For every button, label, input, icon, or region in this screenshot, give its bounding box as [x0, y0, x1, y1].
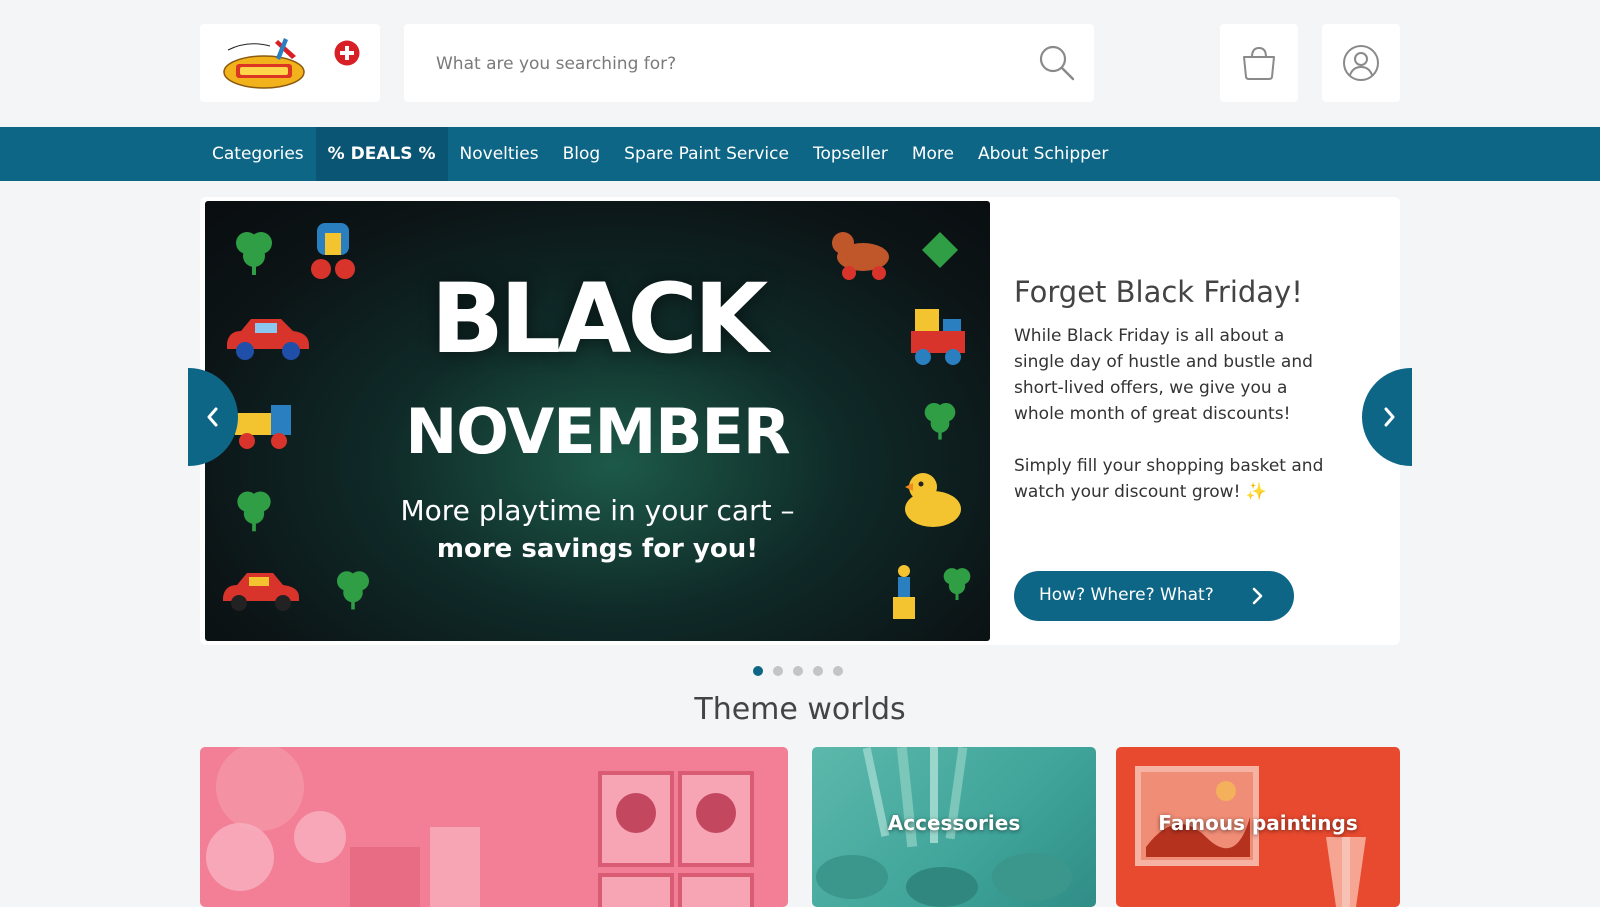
account-button[interactable]: [1322, 24, 1400, 102]
chevron-right-icon: [1252, 587, 1263, 605]
slider-dot-4[interactable]: [813, 666, 823, 676]
how-where-what-button[interactable]: How? Where? What?: [1014, 571, 1294, 621]
theme-tile-famous-paintings[interactable]: Famous paintings: [1116, 747, 1400, 907]
banner-subtitle: More playtime in your cart –: [400, 494, 795, 527]
banner-title-black: BLACK: [430, 263, 768, 375]
search-input[interactable]: [434, 44, 1018, 84]
schipper-logo: [223, 38, 305, 89]
hero-paragraph: While Black Friday is all about a single…: [1014, 326, 1313, 424]
shamrock-icon: [337, 571, 369, 610]
tile-label: Famous paintings: [1158, 811, 1358, 835]
slider-dot-2[interactable]: [773, 666, 783, 676]
basket-icon: [1243, 46, 1275, 80]
hero-text: Forget Black Friday! While Black Friday …: [1014, 275, 1334, 531]
chevron-left-icon: [207, 407, 218, 427]
hero-banner-image[interactable]: BLACK NOVEMBER More playtime in your car…: [205, 201, 990, 641]
nav-item-topseller[interactable]: Topseller: [801, 127, 900, 181]
chevron-right-icon: [1384, 407, 1395, 427]
logo-link[interactable]: [200, 24, 380, 102]
slider-dot-1[interactable]: [753, 666, 763, 676]
hero-slider: BLACK NOVEMBER More playtime in your car…: [200, 197, 1400, 645]
nav-item-spare-paint-service[interactable]: Spare Paint Service: [612, 127, 801, 181]
nav-item-categories[interactable]: Categories: [200, 127, 316, 181]
nav-item-blog[interactable]: Blog: [551, 127, 613, 181]
hero-title: Forget Black Friday!: [1014, 275, 1303, 309]
slider-dots: [753, 666, 853, 676]
slider-dot-3[interactable]: [793, 666, 803, 676]
banner-subtitle-bold: more savings for you!: [436, 534, 759, 564]
stacking-toy-icon: [893, 565, 915, 619]
tile-label: Accessories: [887, 811, 1021, 835]
banner-title-november: NOVEMBER: [405, 395, 790, 468]
header: [0, 0, 1600, 127]
nav-item-more[interactable]: More: [900, 127, 966, 181]
basket-button[interactable]: [1220, 24, 1298, 102]
slider-dot-5[interactable]: [833, 666, 843, 676]
shamrock-icon: [943, 568, 971, 601]
nav-item-deals[interactable]: % DEALS %: [315, 127, 448, 181]
search-icon[interactable]: [1038, 44, 1076, 82]
search-bar: [404, 24, 1094, 102]
theme-tile-accessories[interactable]: Accessories: [812, 747, 1096, 907]
main-nav: Categories % DEALS % Novelties Blog Spar…: [0, 127, 1600, 181]
button-label: How? Where? What?: [1039, 585, 1214, 605]
hero-paragraph: Simply fill your shopping basket and wat…: [1014, 456, 1324, 502]
diamond-block-icon: [922, 232, 958, 268]
user-icon: [1343, 45, 1379, 81]
car-toy-icon: [223, 573, 299, 611]
nav-item-novelties[interactable]: Novelties: [448, 127, 551, 181]
plus-circle-icon: [334, 40, 360, 66]
tile-photo: [206, 747, 754, 907]
nav-item-about-schipper[interactable]: About Schipper: [966, 127, 1120, 181]
theme-tile-decor[interactable]: [200, 747, 788, 907]
theme-worlds-title: Theme worlds: [694, 692, 906, 727]
